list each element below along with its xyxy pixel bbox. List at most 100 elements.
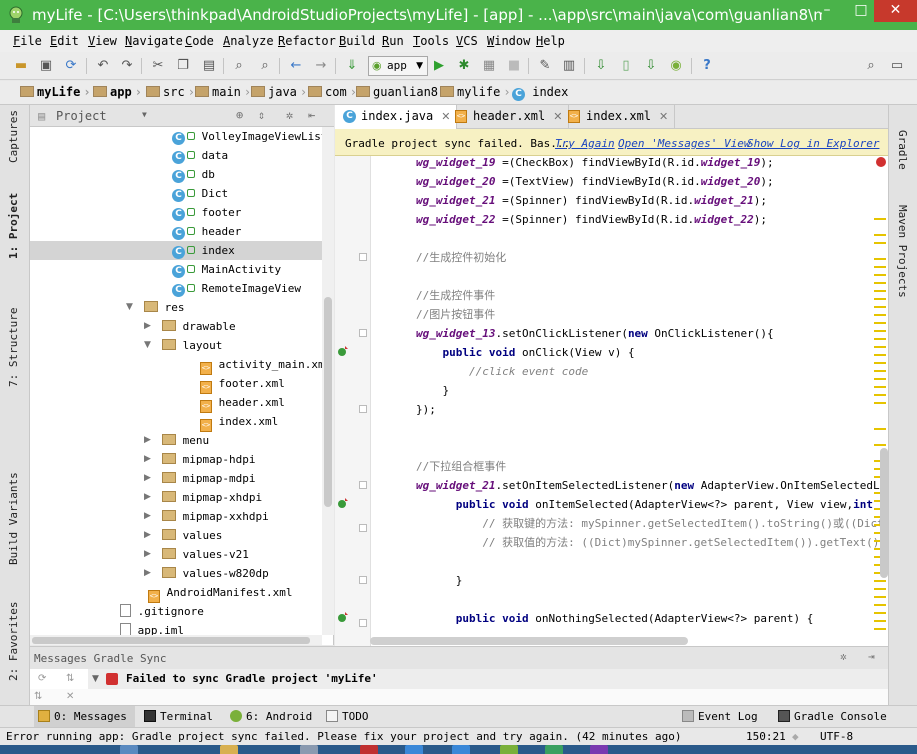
menu-run[interactable]: Run xyxy=(382,34,404,48)
tool-tab-captures[interactable]: Captures xyxy=(7,110,20,163)
chevron-right-icon[interactable]: ▶ xyxy=(144,545,151,564)
fold-marker[interactable] xyxy=(359,405,367,413)
tree-item-footer-xml[interactable]: <> footer.xml xyxy=(30,374,322,394)
tree-item-header[interactable]: C header xyxy=(30,222,322,241)
warning-marker[interactable] xyxy=(874,612,886,614)
warning-marker[interactable] xyxy=(874,330,886,332)
tree-item-gitignore[interactable]: .gitignore xyxy=(30,602,322,621)
taskbar-app-icon[interactable] xyxy=(120,745,138,754)
sdk-icon[interactable]: ⇩ xyxy=(592,57,610,75)
code-line[interactable]: wg_widget_13.setOnClickListener(new OnCl… xyxy=(416,324,774,343)
android-device-icon[interactable]: ◉ xyxy=(667,57,685,75)
warning-marker[interactable] xyxy=(874,338,886,340)
warning-marker[interactable] xyxy=(874,258,886,260)
menu-refactor[interactable]: Refactor xyxy=(278,34,336,48)
tool-tab-project[interactable]: 1: Project xyxy=(7,193,20,259)
warning-marker[interactable] xyxy=(874,402,886,404)
breadcrumb-item[interactable]: guanlian8› xyxy=(356,85,448,99)
close-icon[interactable]: ✕ xyxy=(659,110,668,123)
copy-icon[interactable]: ❐ xyxy=(174,57,192,75)
stop-icon[interactable]: ■ xyxy=(505,57,523,75)
breadcrumb-item[interactable]: mylife › xyxy=(440,85,511,99)
warning-marker[interactable] xyxy=(874,378,886,380)
tab-terminal[interactable]: Terminal xyxy=(140,706,213,727)
code-line[interactable]: wg_widget_20 =(TextView) findViewById(R.… xyxy=(416,172,774,191)
code-line[interactable]: }); xyxy=(416,400,436,419)
open-icon[interactable]: ▬ xyxy=(12,57,30,75)
warning-marker[interactable] xyxy=(874,394,886,396)
sync-icon[interactable]: ⟳ xyxy=(62,57,80,75)
avd-icon[interactable]: ▯ xyxy=(617,57,635,75)
taskbar-app-icon[interactable] xyxy=(360,745,378,754)
warning-marker[interactable] xyxy=(874,354,886,356)
save-icon[interactable]: ▣ xyxy=(37,57,55,75)
monitor-icon[interactable]: ⇩ xyxy=(642,57,660,75)
forward-icon[interactable]: → xyxy=(312,57,330,75)
fold-marker[interactable] xyxy=(359,524,367,532)
taskbar-app-icon[interactable] xyxy=(545,745,563,754)
warning-marker[interactable] xyxy=(874,596,886,598)
chevron-right-icon[interactable]: ▶ xyxy=(144,317,151,336)
tree-item-menu[interactable]: ▶ menu xyxy=(30,431,322,450)
menu-build[interactable]: Build xyxy=(339,34,375,48)
search-everywhere-icon[interactable]: ⌕ xyxy=(862,57,880,75)
tool-tab-gradle[interactable]: Gradle xyxy=(896,130,909,170)
close-icon[interactable]: ✕ xyxy=(66,691,74,702)
tree-item-header-xml[interactable]: <> header.xml xyxy=(30,393,322,413)
breadcrumb-item[interactable]: main › xyxy=(195,85,251,99)
line-separator[interactable]: ◆ xyxy=(792,730,799,743)
taskbar-app-icon[interactable] xyxy=(452,745,470,754)
chevron-down-icon[interactable]: ▼ xyxy=(142,110,147,119)
tab-header-xml[interactable]: <> header.xml ✕ xyxy=(447,105,570,129)
menu-vcs[interactable]: VCS xyxy=(456,34,478,48)
breadcrumb-item[interactable]: src › xyxy=(146,85,195,99)
tree-item-drawable[interactable]: ▶ drawable xyxy=(30,317,322,336)
tree-item-data[interactable]: C data xyxy=(30,146,322,165)
code-line[interactable]: wg_widget_22 =(Spinner) findViewById(R.i… xyxy=(416,210,767,229)
tab-gradle-console[interactable]: Gradle Console xyxy=(774,706,887,727)
warning-marker[interactable] xyxy=(874,628,886,630)
warning-marker[interactable] xyxy=(874,234,886,236)
code-line[interactable]: wg_widget_21.setOnItemSelectedListener(n… xyxy=(416,476,888,495)
fold-marker[interactable] xyxy=(359,253,367,261)
tree-item-volleyimageviewlistada[interactable]: C VolleyImageViewListAda xyxy=(30,127,322,146)
tree-item-values-w820dp[interactable]: ▶ values-w820dp xyxy=(30,564,322,583)
tree-item-remoteimageview[interactable]: C RemoteImageView xyxy=(30,279,322,298)
taskbar-app-icon[interactable] xyxy=(590,745,608,754)
warning-marker[interactable] xyxy=(874,386,886,388)
code-line[interactable]: public void onClick(View v) { xyxy=(416,343,635,362)
tree-item-activity-main-xml[interactable]: <> activity_main.xml xyxy=(30,355,322,375)
code-line[interactable]: } xyxy=(416,381,449,400)
tree-item-dict[interactable]: C Dict xyxy=(30,184,322,203)
menu-edit[interactable]: Edit xyxy=(50,34,79,48)
override-icon[interactable] xyxy=(337,345,349,357)
hide-panel-icon[interactable]: ⇥ xyxy=(868,650,875,663)
editor-hscrollbar[interactable] xyxy=(370,637,688,645)
menu-view[interactable]: View xyxy=(88,34,117,48)
tree-item-app-iml[interactable]: app.iml xyxy=(30,621,322,635)
tree-item-values-v21[interactable]: ▶ values-v21 xyxy=(30,545,322,564)
tree-item-footer[interactable]: C footer xyxy=(30,203,322,222)
warning-marker[interactable] xyxy=(874,604,886,606)
expand-icon[interactable]: ⇅ xyxy=(66,673,74,684)
code-line[interactable]: // 获取值的方法: ((Dict)mySpinner.getSelectedI… xyxy=(416,533,886,552)
settings-icon[interactable]: ✎ xyxy=(536,57,554,75)
collapse-icon[interactable]: ⇅ xyxy=(34,691,42,702)
collapse-arrow-icon[interactable]: ▼ xyxy=(92,669,99,689)
back-icon[interactable]: ← xyxy=(287,57,305,75)
warning-marker[interactable] xyxy=(874,444,886,446)
warning-marker[interactable] xyxy=(874,428,886,430)
chevron-down-icon[interactable]: ▼ xyxy=(144,336,151,355)
warning-marker[interactable] xyxy=(874,580,886,582)
tree-item-mipmap-xhdpi[interactable]: ▶ mipmap-xhdpi xyxy=(30,488,322,507)
breadcrumb-item[interactable]: com › xyxy=(308,85,357,99)
menu-analyze[interactable]: Analyze xyxy=(223,34,274,48)
chevron-right-icon[interactable]: ▶ xyxy=(144,469,151,488)
warning-marker[interactable] xyxy=(874,298,886,300)
tool-tab-build-variants[interactable]: Build Variants xyxy=(7,472,20,565)
warning-marker[interactable] xyxy=(874,588,886,590)
warning-marker[interactable] xyxy=(874,274,886,276)
warning-marker[interactable] xyxy=(874,306,886,308)
project-hscrollbar[interactable] xyxy=(30,635,322,645)
override-icon[interactable] xyxy=(337,611,349,623)
